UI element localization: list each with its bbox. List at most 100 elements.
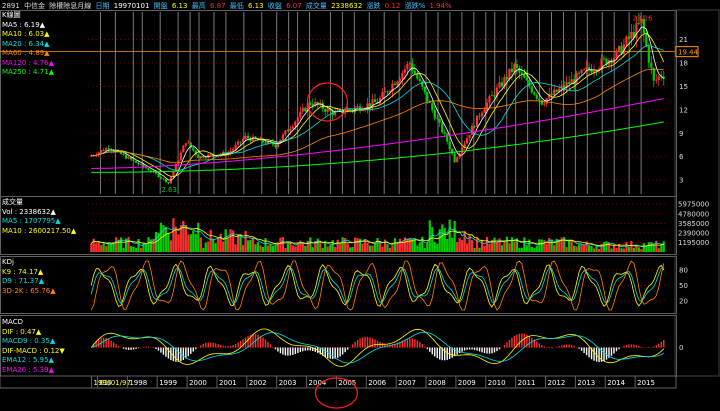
legend-ma5: MA5 : 6.19▲ (2, 20, 46, 29)
candle-body (505, 77, 509, 80)
candle-body (381, 92, 384, 98)
volume-bar (217, 238, 220, 252)
legend-vol-ma10: MA10 : 2600217.50▲ (2, 226, 77, 235)
candle-body (438, 118, 441, 123)
volume-bar (349, 247, 352, 252)
candle-body (411, 63, 414, 71)
candle-body (159, 176, 163, 179)
volume-bar (346, 243, 349, 252)
volume-bar (110, 243, 113, 252)
volume-bar (540, 239, 543, 252)
volume-bar (321, 247, 324, 252)
candle-body (286, 130, 289, 132)
volume-bar (505, 236, 509, 252)
x-axis-label: 2008 (428, 379, 446, 387)
volume-bar (578, 244, 581, 252)
candle-body (356, 106, 359, 108)
volume-bar (294, 246, 297, 252)
candle-body (446, 133, 449, 142)
candle-body (645, 33, 648, 46)
volume-bar (120, 237, 123, 252)
volume-bar (95, 243, 98, 252)
candle-body (184, 143, 187, 146)
volume-bar (261, 246, 265, 252)
volume-bar (336, 239, 339, 252)
candle-body (575, 72, 578, 84)
candle-body (182, 145, 185, 153)
volume-bar (184, 225, 187, 252)
volume-bar (227, 237, 230, 252)
volume-bar (115, 237, 118, 252)
stock-name: 中信金 (24, 2, 46, 10)
volume-label: 成交量 (305, 2, 327, 10)
kdj-tick-label: 20 (679, 297, 688, 305)
candle-body (657, 76, 660, 80)
candle-body (478, 115, 481, 117)
legend-d9: D9 : 71.37▲ (2, 277, 45, 285)
candle-body (102, 150, 105, 151)
volume-bar (473, 247, 476, 252)
candle-body (406, 64, 409, 70)
x-axis-label: 1999 (159, 379, 177, 387)
x-axis-label: 2015 (637, 379, 655, 387)
price-tick-label: 3 (679, 177, 683, 185)
volume-bar (550, 239, 553, 252)
candle-body (568, 82, 571, 84)
volume-bar (142, 242, 145, 252)
candle-body (368, 103, 372, 107)
volume-bar (373, 243, 377, 252)
candle-body (164, 179, 168, 183)
volume-bar (214, 243, 217, 252)
volume-bar (204, 242, 207, 252)
volume-bar (642, 243, 645, 252)
volume-bar (281, 237, 285, 252)
candle-body (627, 36, 631, 39)
candle-body (246, 135, 250, 139)
volume-tick-label: 4780000 (678, 210, 709, 218)
candle-body (301, 107, 304, 112)
x-axis-label: 2006 (368, 379, 386, 387)
candle-body (281, 134, 285, 140)
legend-ma10: MA10 : 6.03▲ (2, 30, 50, 38)
volume-bar (259, 245, 262, 252)
volume-bar (177, 234, 180, 252)
volume-bar (172, 218, 175, 252)
volume-bar (92, 238, 95, 252)
candle-body (237, 141, 240, 145)
volume-bar (456, 241, 459, 252)
volume-bar (592, 248, 596, 252)
legend-3d2k: 3D-2K : 65.76▲ (2, 286, 56, 295)
volume-bar (573, 245, 576, 252)
volume-bar (543, 240, 546, 252)
volume-bar (192, 230, 195, 252)
volume-bar (485, 236, 489, 252)
candle-body (637, 23, 640, 24)
volume-panel-title: 成交量 (2, 198, 23, 206)
volume-bar (533, 247, 536, 252)
volume-bar (421, 236, 424, 252)
volume-bar (286, 243, 289, 252)
candle-body (426, 91, 429, 102)
candle-body (453, 153, 456, 163)
candle-body (187, 142, 190, 144)
volume-bar (500, 245, 504, 252)
volume-bar (418, 242, 421, 252)
legend-vol-ma5: MA5 : 1707795▲ (2, 217, 61, 225)
volume-bar (381, 246, 384, 252)
header-bar: 2891 中信金 除權除息月線 日期 19970101 開盤 6.13 最高 6… (2, 1, 454, 11)
volume-bar (169, 240, 172, 252)
candle-body (525, 77, 528, 81)
candle-body (630, 32, 633, 39)
candle-body (535, 94, 538, 99)
volume-bar (356, 238, 359, 252)
candle-body (274, 144, 277, 147)
close-value: 6.07 (286, 2, 302, 10)
volume-bar (553, 245, 556, 252)
legend-ma60: MA60 : 4.89▲ (2, 49, 50, 57)
candle-body (518, 67, 521, 73)
candle-body (655, 79, 658, 81)
x-axis-label: 2007 (398, 379, 416, 387)
candle-body (147, 168, 150, 171)
volume-bar (401, 241, 404, 252)
volume-bar (433, 241, 436, 252)
